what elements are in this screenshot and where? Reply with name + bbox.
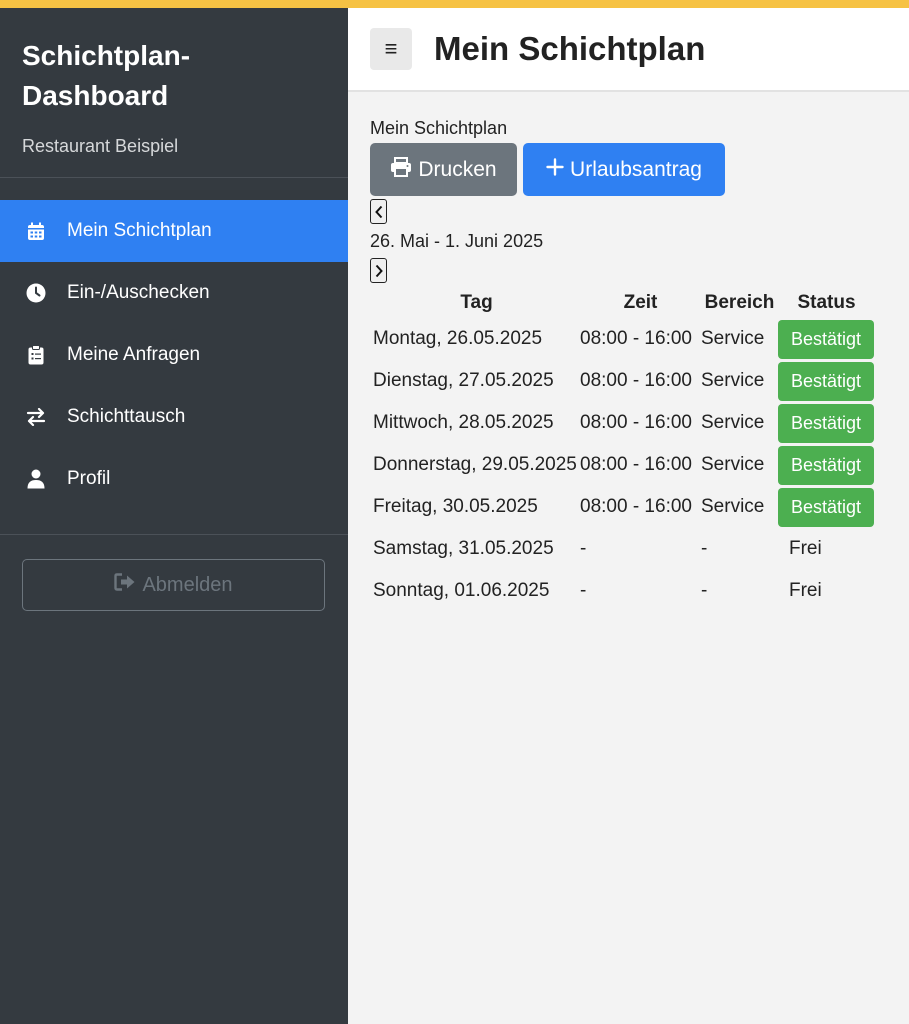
sidebar-item-profil[interactable]: Profil (0, 448, 348, 510)
user-icon (24, 467, 48, 491)
sidebar-title-line2: Dashboard (22, 80, 169, 111)
vacation-request-button[interactable]: Urlaubsantrag (523, 143, 725, 196)
print-label: Drucken (418, 157, 497, 181)
status-badge: Bestätigt (778, 445, 874, 485)
area-cell: Service (701, 412, 765, 433)
status-cell: Bestätigt (778, 402, 875, 444)
time-cell: 08:00 - 16:00 (580, 454, 692, 475)
vacation-request-label: Urlaubsantrag (570, 157, 702, 181)
column-header-zeit: Zeit (623, 292, 658, 313)
schedule-table: Tag Zeit Bereich Status Montag, 26.05.20… (370, 288, 875, 612)
logout-button[interactable]: Abmelden (22, 559, 325, 611)
time-cell: 08:00 - 16:00 (580, 328, 692, 349)
sidebar-nav: Mein Schichtplan Ein-/Auschecken Meine A… (0, 200, 348, 510)
area-cell: Service (701, 328, 765, 349)
table-header-row: Tag Zeit Bereich Status (370, 288, 875, 318)
status-cell: Bestätigt (778, 360, 875, 402)
sidebar-item-ein-auschecken[interactable]: Ein-/Auschecken (0, 262, 348, 324)
sidebar-divider-top (0, 177, 348, 178)
table-row: Sonntag, 01.06.2025 - - Frei (370, 570, 875, 612)
previous-week-button[interactable] (370, 199, 387, 224)
day-cell: Mittwoch, 28.05.2025 (373, 412, 554, 433)
week-range: 26. Mai - 1. Juni 2025 (370, 231, 544, 251)
time-cell: - (580, 538, 587, 559)
chevron-right-icon (375, 264, 383, 277)
sidebar-item-label: Schichttausch (67, 406, 186, 427)
column-header-tag: Tag (460, 292, 493, 313)
time-cell: 08:00 - 16:00 (580, 412, 692, 433)
plus-icon (546, 157, 570, 182)
day-cell: Freitag, 30.05.2025 (373, 496, 538, 517)
sidebar-item-label: Mein Schichtplan (67, 220, 212, 241)
page-title: Mein Schichtplan (434, 30, 706, 67)
status-badge: Bestätigt (778, 319, 874, 359)
status-cell: Bestätigt (778, 318, 875, 360)
next-week-button[interactable] (370, 258, 387, 283)
restaurant-name: Restaurant Beispiel (22, 136, 179, 156)
sidebar-item-mein-schichtplan[interactable]: Mein Schichtplan (0, 200, 348, 262)
day-cell: Sonntag, 01.06.2025 (373, 580, 550, 601)
logout-label: Abmelden (142, 573, 233, 596)
page-header: ≡ Mein Schichtplan (348, 8, 909, 92)
table-row: Mittwoch, 28.05.2025 08:00 - 16:00 Servi… (370, 402, 875, 444)
time-cell: 08:00 - 16:00 (580, 370, 692, 391)
area-cell: - (701, 538, 708, 559)
sidebar-item-meine-anfragen[interactable]: Meine Anfragen (0, 324, 348, 386)
table-row: Samstag, 31.05.2025 - - Frei (370, 528, 875, 570)
day-cell: Donnerstag, 29.05.2025 (373, 454, 577, 475)
chevron-left-icon (374, 205, 382, 218)
table-row: Montag, 26.05.2025 08:00 - 16:00 Service… (370, 318, 875, 360)
sign-out-icon (114, 573, 142, 597)
day-cell: Dienstag, 27.05.2025 (373, 370, 554, 391)
breadcrumb: Mein Schichtplan (370, 118, 508, 138)
time-cell: 08:00 - 16:00 (580, 496, 692, 517)
print-button[interactable]: Drucken (370, 143, 517, 196)
menu-toggle-button[interactable]: ≡ (370, 28, 412, 70)
clock-icon (24, 281, 48, 305)
table-row: Freitag, 30.05.2025 08:00 - 16:00 Servic… (370, 486, 875, 528)
status-text: Frei (789, 538, 822, 559)
status-cell: Bestätigt (778, 444, 875, 486)
sidebar-title: Schichtplan- Dashboard (22, 36, 326, 116)
sidebar-title-line1: Schichtplan- (22, 40, 191, 71)
status-badge: Bestätigt (778, 487, 874, 527)
status-cell: Bestätigt (778, 486, 875, 528)
clipboard-icon (24, 343, 48, 367)
column-header-status: Status (797, 292, 856, 313)
table-row: Donnerstag, 29.05.2025 08:00 - 16:00 Ser… (370, 444, 875, 486)
time-cell: - (580, 580, 587, 601)
top-accent-bar (0, 0, 909, 8)
sidebar-item-label: Profil (67, 468, 111, 489)
calendar-icon (24, 219, 48, 243)
status-badge: Bestätigt (778, 403, 874, 443)
sidebar: Schichtplan- Dashboard Restaurant Beispi… (0, 8, 348, 1024)
sidebar-brand: Schichtplan- Dashboard Restaurant Beispi… (0, 8, 348, 157)
day-cell: Montag, 26.05.2025 (373, 328, 543, 349)
sidebar-item-label: Meine Anfragen (67, 344, 201, 365)
printer-icon (390, 156, 418, 183)
swap-arrows-icon (24, 405, 48, 429)
status-text: Frei (789, 580, 822, 601)
hamburger-icon: ≡ (384, 36, 398, 61)
column-header-bereich: Bereich (704, 292, 775, 313)
status-badge: Bestätigt (778, 361, 874, 401)
sidebar-divider-bottom (0, 534, 348, 535)
area-cell: - (701, 580, 708, 601)
day-cell: Samstag, 31.05.2025 (373, 538, 554, 559)
area-cell: Service (701, 454, 765, 475)
sidebar-item-label: Ein-/Auschecken (67, 282, 210, 303)
area-cell: Service (701, 370, 765, 391)
table-row: Dienstag, 27.05.2025 08:00 - 16:00 Servi… (370, 360, 875, 402)
area-cell: Service (701, 496, 765, 517)
sidebar-item-schichttausch[interactable]: Schichttausch (0, 386, 348, 448)
